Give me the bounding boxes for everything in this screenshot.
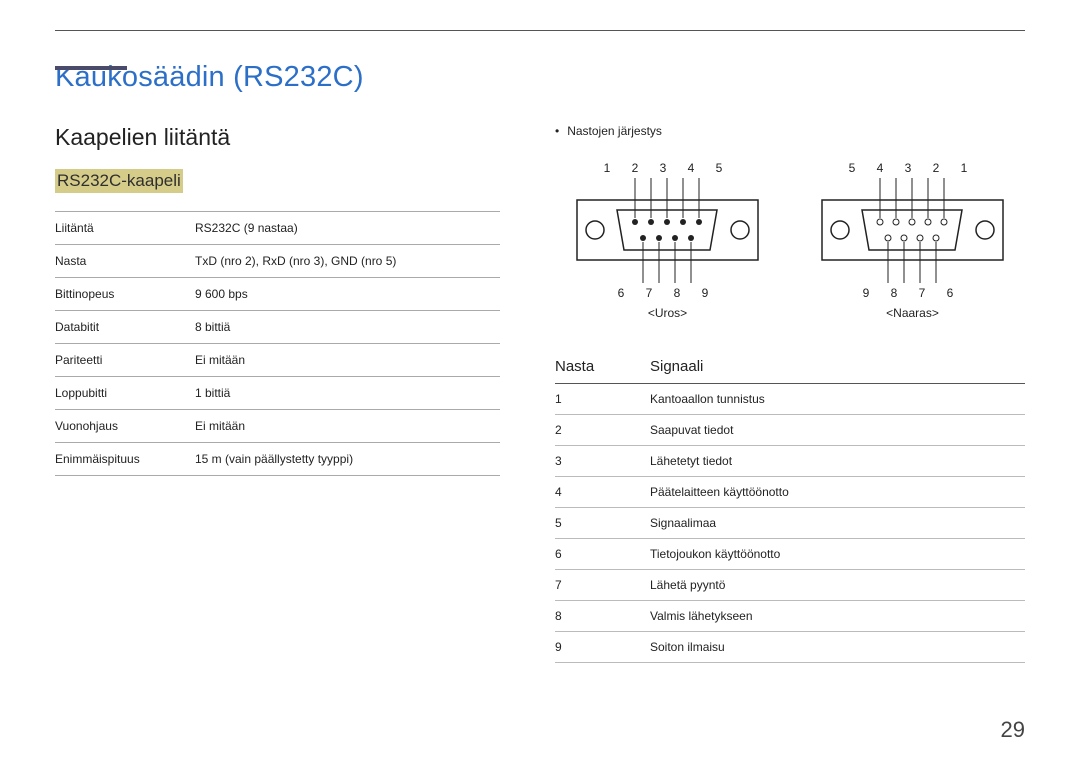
spec-value: 9 600 bps bbox=[195, 287, 500, 301]
spec-row: Pariteetti Ei mitään bbox=[55, 344, 500, 377]
signal-row: 1Kantoaallon tunnistus bbox=[555, 384, 1025, 415]
connector-label: <Uros> bbox=[575, 306, 760, 320]
top-horizontal-rule bbox=[55, 30, 1025, 31]
signal-row: 4Päätelaitteen käyttöönotto bbox=[555, 477, 1025, 508]
spec-value: RS232C (9 nastaa) bbox=[195, 221, 500, 235]
connector-male: 1 2 3 4 5 6 7 8 9 <Uros> bbox=[575, 158, 760, 320]
signal-row: 5Signaalimaa bbox=[555, 508, 1025, 539]
connector-label: <Naaras> bbox=[820, 306, 1005, 320]
pin-cell: 3 bbox=[555, 454, 650, 468]
spec-value: Ei mitään bbox=[195, 353, 500, 367]
signal-row: 2Saapuvat tiedot bbox=[555, 415, 1025, 446]
spec-row: Liitäntä RS232C (9 nastaa) bbox=[55, 211, 500, 245]
spec-label: Enimmäispituus bbox=[55, 452, 195, 466]
signal-cell: Saapuvat tiedot bbox=[650, 423, 733, 437]
pin-cell: 1 bbox=[555, 392, 650, 406]
spec-row: Enimmäispituus 15 m (vain päällystetty t… bbox=[55, 443, 500, 476]
spec-row: Loppubitti 1 bittiä bbox=[55, 377, 500, 410]
connector-female: 5 4 3 2 1 9 8 7 6 <Naaras> bbox=[820, 158, 1005, 320]
header-signal: Signaali bbox=[650, 358, 703, 375]
signal-cell: Soiton ilmaisu bbox=[650, 640, 725, 654]
pin-cell: 5 bbox=[555, 516, 650, 530]
spec-value: 15 m (vain päällystetty tyyppi) bbox=[195, 452, 500, 466]
spec-label: Loppubitti bbox=[55, 386, 195, 400]
header-pin: Nasta bbox=[555, 358, 650, 375]
spec-value: Ei mitään bbox=[195, 419, 500, 433]
signal-row: 8Valmis lähetykseen bbox=[555, 601, 1025, 632]
signal-row: 3Lähetetyt tiedot bbox=[555, 446, 1025, 477]
spec-label: Databitit bbox=[55, 320, 195, 334]
signal-table-header: Nasta Signaali bbox=[555, 350, 1025, 384]
signal-row: 7Lähetä pyyntö bbox=[555, 570, 1025, 601]
signal-cell: Päätelaitteen käyttöönotto bbox=[650, 485, 789, 499]
pin-numbers-bottom: 9 8 7 6 bbox=[820, 286, 1005, 300]
signal-cell: Tietojoukon käyttöönotto bbox=[650, 547, 780, 561]
pin-cell: 8 bbox=[555, 609, 650, 623]
signal-cell: Lähetetyt tiedot bbox=[650, 454, 732, 468]
pin-cell: 7 bbox=[555, 578, 650, 592]
spec-label: Nasta bbox=[55, 254, 195, 268]
spec-label: Bittinopeus bbox=[55, 287, 195, 301]
spec-label: Liitäntä bbox=[55, 221, 195, 235]
spec-row: Nasta TxD (nro 2), RxD (nro 3), GND (nro… bbox=[55, 245, 500, 278]
spec-row: Bittinopeus 9 600 bps bbox=[55, 278, 500, 311]
pin-numbers-top: 5 4 3 2 1 bbox=[820, 161, 1005, 175]
spec-value: 8 bittiä bbox=[195, 320, 500, 334]
accent-bar bbox=[55, 66, 127, 70]
subsection-heading: RS232C-kaapeli bbox=[55, 169, 183, 193]
spec-label: Vuonohjaus bbox=[55, 419, 195, 433]
signal-table: Nasta Signaali 1Kantoaallon tunnistus 2S… bbox=[555, 350, 1025, 663]
pin-numbers-top: 1 2 3 4 5 bbox=[575, 161, 760, 175]
signal-cell: Signaalimaa bbox=[650, 516, 716, 530]
connector-diagram-row: 1 2 3 4 5 6 7 8 9 <Uros> bbox=[555, 158, 1025, 320]
spec-value: 1 bittiä bbox=[195, 386, 500, 400]
spec-value: TxD (nro 2), RxD (nro 3), GND (nro 5) bbox=[195, 254, 500, 268]
spec-row: Databitit 8 bittiä bbox=[55, 311, 500, 344]
spec-label: Pariteetti bbox=[55, 353, 195, 367]
spec-row: Vuonohjaus Ei mitään bbox=[55, 410, 500, 443]
page-number: 29 bbox=[1001, 717, 1025, 743]
signal-cell: Lähetä pyyntö bbox=[650, 578, 725, 592]
pin-order-label: Nastojen järjestys bbox=[555, 124, 1025, 138]
page-title: Kaukosäädin (RS232C) bbox=[55, 61, 1025, 94]
pin-cell: 6 bbox=[555, 547, 650, 561]
signal-cell: Kantoaallon tunnistus bbox=[650, 392, 765, 406]
spec-table: Liitäntä RS232C (9 nastaa) Nasta TxD (nr… bbox=[55, 211, 500, 476]
signal-row: 6Tietojoukon käyttöönotto bbox=[555, 539, 1025, 570]
pin-cell: 4 bbox=[555, 485, 650, 499]
db9-female-icon bbox=[820, 178, 1005, 283]
pin-cell: 2 bbox=[555, 423, 650, 437]
section-heading: Kaapelien liitäntä bbox=[55, 124, 500, 151]
db9-male-icon bbox=[575, 178, 760, 283]
signal-row: 9Soiton ilmaisu bbox=[555, 632, 1025, 663]
signal-cell: Valmis lähetykseen bbox=[650, 609, 753, 623]
pin-cell: 9 bbox=[555, 640, 650, 654]
pin-numbers-bottom: 6 7 8 9 bbox=[575, 286, 760, 300]
